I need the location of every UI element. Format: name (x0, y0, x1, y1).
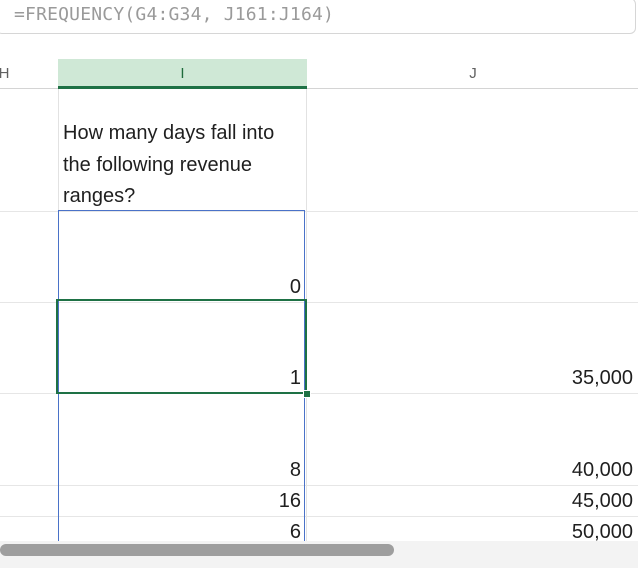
horizontal-scrollbar-thumb[interactable] (0, 544, 394, 556)
formula-bar[interactable]: =FREQUENCY(G4:G34, J161:J164) (0, 0, 636, 34)
bin-cell[interactable]: 45,000 (460, 490, 633, 513)
column-header-row: H I J (0, 59, 638, 89)
question-cell[interactable]: How many days fall into the following re… (63, 118, 303, 213)
frequency-cell[interactable]: 16 (200, 490, 301, 513)
bin-cell[interactable]: 40,000 (460, 459, 633, 482)
column-header-i[interactable]: I (58, 59, 307, 89)
formula-text[interactable]: =FREQUENCY(G4:G34, J161:J164) (14, 4, 334, 25)
column-header-j[interactable]: J (308, 59, 638, 88)
bin-cell[interactable]: 35,000 (460, 367, 633, 390)
column-header-h[interactable]: H (0, 59, 14, 88)
frequency-cell[interactable]: 8 (200, 459, 301, 482)
frequency-cell[interactable]: 1 (200, 367, 301, 390)
fill-handle[interactable] (303, 390, 311, 398)
frequency-cell[interactable]: 0 (200, 276, 301, 299)
